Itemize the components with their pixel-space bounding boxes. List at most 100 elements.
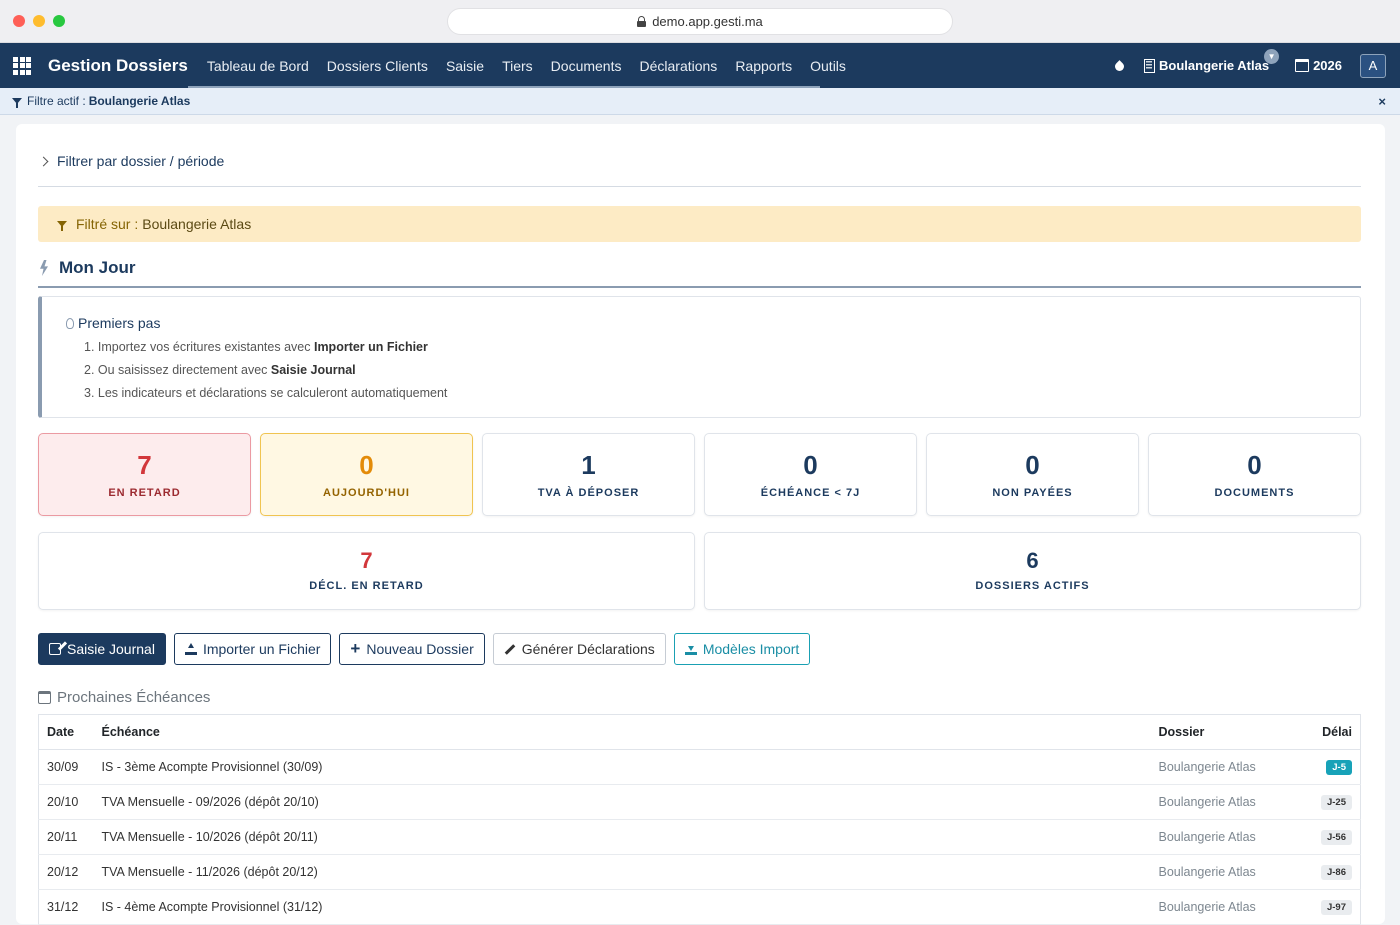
table-row[interactable]: 31/12 IS - 4ème Acompte Provisionnel (31… — [38, 889, 1361, 925]
kpi-tva-a-deposer[interactable]: 1 TVA À DÉPOSER — [482, 433, 695, 516]
step-text: 3. Les indicateurs et déclarations se ca… — [84, 386, 448, 400]
kpi-value: 0 — [1247, 449, 1262, 480]
alert-value: Boulangerie Atlas — [142, 216, 252, 232]
cell-echeance: IS - 4ème Acompte Provisionnel (31/12) — [93, 889, 1151, 925]
kpi-aujourdhui[interactable]: 0 AUJOURD'HUI — [260, 433, 473, 516]
window-controls — [13, 15, 65, 27]
nav-active-underline — [188, 86, 820, 88]
column-header-delai[interactable]: Délai — [1310, 714, 1361, 750]
steps-list: 1. Importez vos écritures existantes ave… — [84, 340, 447, 409]
company-selector[interactable]: Boulangerie Atlas ▼ — [1136, 49, 1280, 73]
getting-started-box: Premiers pas 1. Importez vos écritures e… — [38, 296, 1361, 418]
active-filter-bar: Filtre actif : Boulangerie Atlas × — [0, 88, 1400, 115]
kpi-value: 0 — [803, 449, 818, 480]
edit-icon — [49, 643, 61, 655]
filter-icon — [57, 221, 67, 231]
url-text: demo.app.gesti.ma — [652, 14, 763, 29]
nav-link-documents[interactable]: Documents — [542, 43, 631, 88]
kpi-value: 0 — [1025, 449, 1040, 480]
button-label: Générer Déclarations — [521, 641, 655, 657]
generate-declarations-button[interactable]: Générer Déclarations — [492, 633, 666, 665]
action-buttons: Saisie Journal Importer un Fichier + Nou… — [38, 633, 811, 665]
saisie-journal-button[interactable]: Saisie Journal — [38, 633, 166, 665]
button-label: Nouveau Dossier — [366, 641, 474, 657]
import-file-button[interactable]: Importer un Fichier — [173, 633, 332, 665]
kpi-decl-en-retard[interactable]: 7 DÉCL. EN RETARD — [38, 532, 695, 610]
kpi-label: AUJOURD'HUI — [323, 486, 410, 499]
kpi-en-retard[interactable]: 7 EN RETARD — [38, 433, 251, 516]
navbar-right: Boulangerie Atlas ▼ 2026 A — [1106, 49, 1386, 78]
cell-date: 20/10 — [38, 784, 94, 820]
cell-delai: J-56 — [1310, 819, 1361, 855]
nav-link-declarations[interactable]: Déclarations — [630, 43, 726, 88]
table-row[interactable]: 20/11 TVA Mensuelle - 10/2026 (dépôt 20/… — [38, 819, 1361, 855]
kpi-echeance-7j[interactable]: 0 ÉCHÉANCE < 7J — [704, 433, 917, 516]
table-row[interactable]: 20/12 TVA Mensuelle - 11/2026 (dépôt 20/… — [38, 854, 1361, 890]
column-header-date[interactable]: Date — [38, 714, 94, 750]
cell-echeance: IS - 3ème Acompte Provisionnel (30/09) — [93, 749, 1151, 785]
address-bar[interactable]: demo.app.gesti.ma — [447, 8, 953, 35]
filter-label: Filtre actif : — [27, 94, 86, 108]
kpi-value: 7 — [137, 449, 152, 480]
getting-started-title-text: Premiers pas — [78, 315, 161, 331]
magic-wand-icon — [504, 643, 516, 655]
maximize-window-button[interactable] — [53, 15, 65, 27]
kpi-non-payees[interactable]: 0 NON PAYÉES — [926, 433, 1139, 516]
close-window-button[interactable] — [13, 15, 25, 27]
delay-badge: J-56 — [1320, 830, 1352, 845]
kpi-value: 7 — [360, 548, 373, 573]
brand-title[interactable]: Gestion Dossiers — [48, 56, 188, 76]
table-row[interactable]: 20/10 TVA Mensuelle - 09/2026 (dépôt 20/… — [38, 784, 1361, 820]
delay-badge: J-97 — [1320, 900, 1352, 915]
column-header-echeance[interactable]: Échéance — [93, 714, 1151, 750]
user-avatar[interactable]: A — [1360, 53, 1386, 78]
kpi-documents[interactable]: 0 DOCUMENTS — [1148, 433, 1361, 516]
schedule-title: Prochaines Échéances — [38, 689, 210, 706]
delay-badge: J-5 — [1326, 760, 1352, 775]
cell-dossier: Boulangerie Atlas — [1150, 819, 1311, 855]
kpi-value: 6 — [1026, 548, 1039, 573]
nav-link-tableau-de-bord[interactable]: Tableau de Bord — [198, 43, 318, 88]
column-header-dossier[interactable]: Dossier — [1150, 714, 1311, 750]
kpi-dossiers-actifs[interactable]: 6 DOSSIERS ACTIFS — [704, 532, 1361, 610]
cell-delai: J-86 — [1310, 854, 1361, 890]
button-label: Importer un Fichier — [202, 641, 321, 657]
cell-echeance: TVA Mensuelle - 11/2026 (dépôt 20/12) — [93, 854, 1151, 890]
nav-link-dossiers-clients[interactable]: Dossiers Clients — [318, 43, 437, 88]
step-text: 1. Importez vos écritures existantes ave… — [84, 340, 314, 354]
kpi-label: EN RETARD — [108, 486, 181, 499]
cell-dossier: Boulangerie Atlas — [1150, 854, 1311, 890]
new-dossier-button[interactable]: + Nouveau Dossier — [339, 633, 485, 665]
kpi-value: 0 — [359, 449, 374, 480]
section-title: Mon Jour — [38, 258, 1361, 288]
nav-link-outils[interactable]: Outils — [801, 43, 855, 88]
list-item: 3. Les indicateurs et déclarations se ca… — [84, 386, 447, 409]
clear-filter-button[interactable]: × — [1378, 94, 1386, 109]
download-icon — [684, 643, 697, 655]
bolt-icon — [39, 260, 49, 276]
filter-badge-icon: ▼ — [1264, 49, 1280, 64]
theme-toggle[interactable] — [1106, 59, 1132, 72]
minimize-window-button[interactable] — [33, 15, 45, 27]
cell-date: 20/11 — [38, 819, 94, 855]
filter-value: Boulangerie Atlas — [88, 94, 191, 108]
cell-date: 20/12 — [38, 854, 94, 890]
company-name: Boulangerie Atlas — [1159, 58, 1270, 73]
year-selector[interactable]: 2026 — [1287, 58, 1350, 73]
table-row[interactable]: 30/09 IS - 3ème Acompte Provisionnel (30… — [38, 749, 1361, 785]
main-card: Filtrer par dossier / période Filtré sur… — [16, 124, 1385, 925]
cell-delai: J-5 — [1310, 749, 1361, 785]
nav-link-tiers[interactable]: Tiers — [493, 43, 542, 88]
cell-date: 30/09 — [38, 749, 94, 785]
kpi-label: DÉCL. EN RETARD — [309, 580, 424, 592]
cell-delai: J-25 — [1310, 784, 1361, 820]
filter-collapse-toggle[interactable]: Filtrer par dossier / période — [38, 153, 1361, 187]
step-bold: Saisie Journal — [270, 363, 356, 377]
nav-link-saisie[interactable]: Saisie — [437, 43, 493, 88]
calendar-icon — [1295, 59, 1310, 72]
import-templates-button[interactable]: Modèles Import — [673, 633, 811, 665]
top-navbar: Gestion Dossiers Tableau de Bord Dossier… — [0, 43, 1400, 88]
cell-echeance: TVA Mensuelle - 09/2026 (dépôt 20/10) — [93, 784, 1151, 820]
apps-grid-icon[interactable] — [13, 56, 31, 75]
nav-link-rapports[interactable]: Rapports — [726, 43, 801, 88]
